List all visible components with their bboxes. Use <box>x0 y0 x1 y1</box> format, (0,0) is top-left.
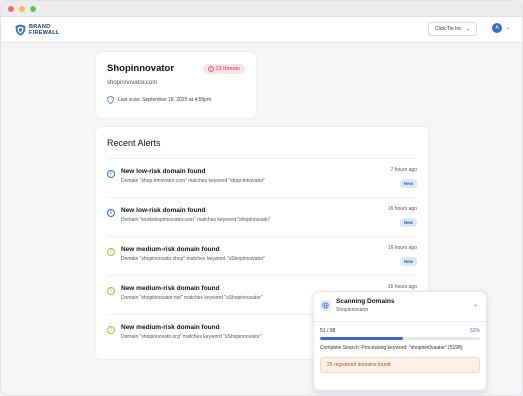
alert-title: New low-risk domain found <box>121 207 206 214</box>
brand-logo[interactable]: BRAND FIREWALL <box>15 24 60 36</box>
alert-title: New low-risk domain found <box>121 168 206 175</box>
top-bar: BRAND FIREWALL Click Tie Inc ⌄ A ⌄ <box>1 17 522 43</box>
domains-found-notice: 25 registered domains found <box>320 357 480 373</box>
scan-panel-header[interactable]: Scanning Domains Shopinnovator ⌄ <box>314 292 486 322</box>
recent-alerts-title: Recent Alerts <box>107 138 161 148</box>
alert-row[interactable]: i New low-risk domain found Domain "work… <box>107 197 417 236</box>
progress-bar-fill <box>320 337 404 340</box>
company-card: Shopinnovator shopinnovator.com 13 threa… <box>95 51 257 119</box>
org-select-label: Click Tie Inc <box>434 26 462 32</box>
progress-percent: 52% <box>469 328 480 334</box>
avatar[interactable]: A <box>492 23 502 33</box>
scan-status: Complete Search: Processing keyword: "sh… <box>320 345 463 351</box>
last-scan: Last scan: September 18, 2025 at 4:59pm <box>107 96 211 104</box>
maximize-window-button[interactable] <box>30 5 36 12</box>
minimize-window-button[interactable] <box>19 5 25 12</box>
scanning-domains-panel: Scanning Domains Shopinnovator ⌄ 51 / 98… <box>313 291 487 391</box>
alert-description: Domain "workshopinnovator.com" matches k… <box>121 217 271 223</box>
warning-circle-icon: ! <box>107 248 115 256</box>
new-badge: New <box>399 218 417 227</box>
alert-time: 16 hours ago <box>387 206 417 212</box>
shield-icon <box>107 96 114 104</box>
alert-row[interactable]: i New low-risk domain found Domain "shop… <box>107 158 417 197</box>
last-scan-text: Last scan: September 18, 2025 at 4:59pm <box>118 97 212 103</box>
threats-label: 13 threats <box>215 66 240 72</box>
alert-time: 16 hours ago <box>387 245 417 251</box>
alert-description: Domain "shopinnovato.shop" matches keywo… <box>121 256 266 262</box>
warning-circle-icon: ! <box>107 287 115 295</box>
alert-row[interactable]: ! New medium-risk domain found Domain "s… <box>107 236 417 275</box>
shield-logo-icon <box>15 24 26 35</box>
chevron-down-icon[interactable]: ⌄ <box>506 25 510 31</box>
close-window-button[interactable] <box>8 5 14 12</box>
alert-time: 16 hours ago <box>387 284 417 290</box>
alert-title: New medium-risk domain found <box>121 246 220 253</box>
chevron-down-icon[interactable]: ⌄ <box>473 301 478 308</box>
new-badge: New <box>399 179 417 188</box>
window-chrome <box>1 1 522 17</box>
org-select[interactable]: Click Tie Inc ⌄ <box>427 22 477 36</box>
alert-circle-icon <box>207 66 214 72</box>
threats-badge[interactable]: 13 threats <box>202 64 245 74</box>
scan-subtitle: Shopinnovator <box>336 307 369 313</box>
info-circle-icon: i <box>107 170 115 178</box>
progress-bar <box>320 337 480 340</box>
progress-row: 51 / 98 52% <box>320 328 480 334</box>
new-badge: New <box>399 257 417 266</box>
globe-icon <box>320 300 331 311</box>
progress-count: 51 / 98 <box>320 328 336 334</box>
scan-title: Scanning Domains <box>336 298 395 305</box>
app-window: BRAND FIREWALL Click Tie Inc ⌄ A ⌄ Shopi… <box>0 0 523 396</box>
logo-line2: FIREWALL <box>29 29 60 36</box>
alert-description: Domain "shop-innovator.com" matches keyw… <box>121 178 266 184</box>
chevron-down-icon: ⌄ <box>465 26 470 32</box>
alert-time: 7 hours ago <box>390 167 417 173</box>
company-domain: shopinnovator.com <box>107 80 158 86</box>
info-circle-icon: i <box>107 209 115 217</box>
scan-panel-body: 51 / 98 52% Complete Search: Processing … <box>314 322 486 373</box>
warning-circle-icon: ! <box>107 326 115 334</box>
